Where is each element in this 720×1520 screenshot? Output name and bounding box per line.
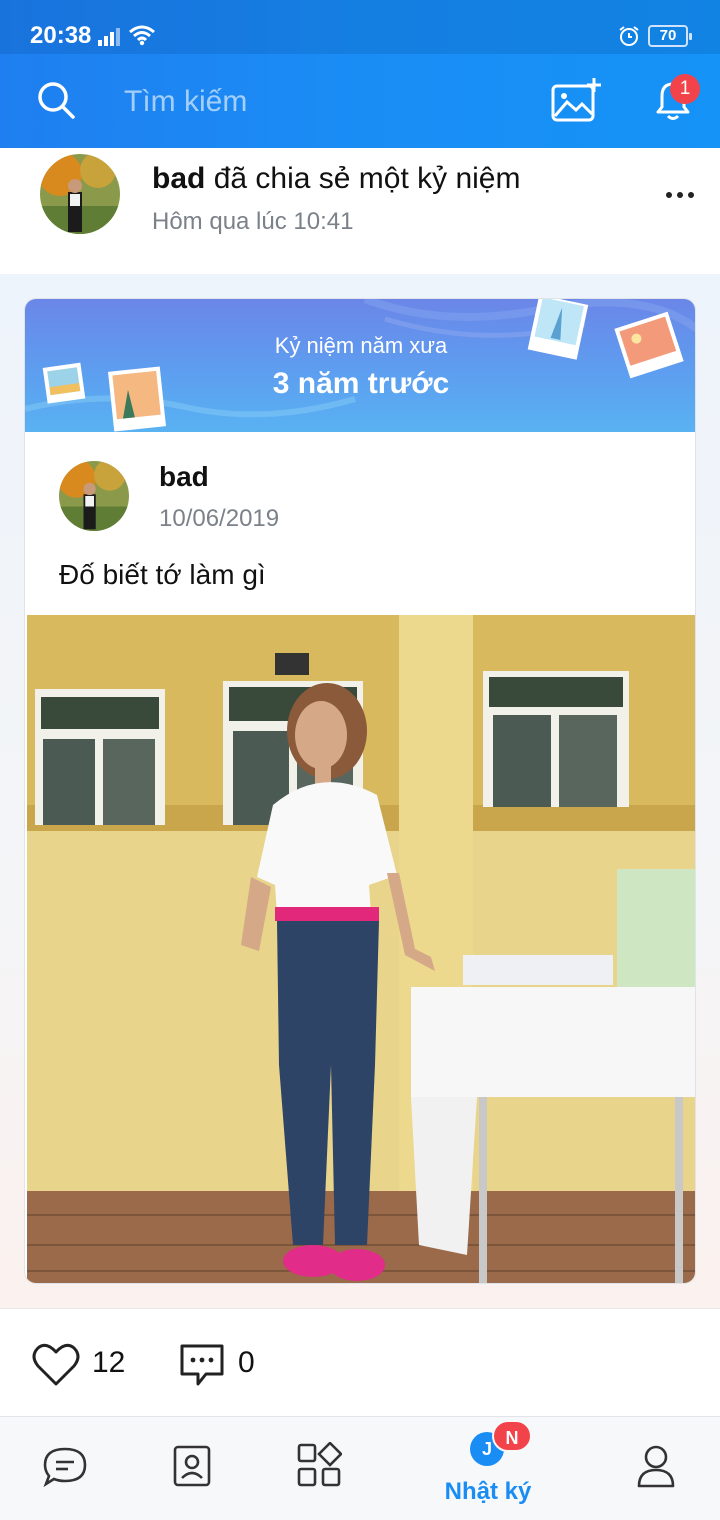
share-timestamp: Hôm qua lúc 10:41 bbox=[152, 208, 354, 235]
heart-icon[interactable] bbox=[32, 1342, 80, 1386]
like-count: 12 bbox=[92, 1346, 126, 1379]
comment-count: 0 bbox=[238, 1346, 255, 1379]
banner-decoration bbox=[25, 299, 695, 432]
post-text: Đố biết tớ làm gì bbox=[59, 559, 266, 590]
chat-icon bbox=[43, 1447, 87, 1488]
nav-profile[interactable] bbox=[606, 1420, 706, 1516]
nav-timeline[interactable]: J N Nhật ký bbox=[438, 1420, 538, 1516]
nav-timeline-label: Nhật ký bbox=[444, 1478, 532, 1505]
alarm-icon bbox=[619, 26, 639, 46]
search-icon[interactable] bbox=[36, 80, 76, 120]
photo-scene bbox=[27, 615, 695, 1283]
post-date: 10/06/2019 bbox=[159, 505, 280, 532]
post-author-avatar[interactable] bbox=[59, 461, 129, 531]
post-author[interactable]: bad bbox=[159, 461, 209, 493]
nav-messages[interactable] bbox=[14, 1420, 114, 1516]
more-dot-icon bbox=[677, 192, 683, 198]
notification-badge: 1 bbox=[670, 74, 700, 104]
avatar-photo bbox=[40, 154, 120, 234]
avatar-photo bbox=[59, 461, 129, 531]
nav-discover[interactable] bbox=[268, 1420, 368, 1516]
person-icon bbox=[637, 1445, 675, 1488]
search-input[interactable] bbox=[124, 80, 524, 124]
battery-indicator: 70 bbox=[648, 25, 692, 47]
author-avatar[interactable] bbox=[40, 154, 120, 234]
nav-contacts[interactable] bbox=[142, 1420, 242, 1516]
more-dot-icon bbox=[666, 192, 672, 198]
wifi-icon bbox=[129, 25, 155, 46]
post-photo[interactable] bbox=[27, 615, 695, 1283]
share-author[interactable]: bad bbox=[152, 162, 205, 195]
comment-icon[interactable] bbox=[178, 1342, 226, 1388]
more-options-button[interactable] bbox=[664, 180, 696, 208]
memory-banner: Kỷ niệm năm xưa 3 năm trước bbox=[25, 299, 695, 432]
contact-card-icon bbox=[173, 1445, 211, 1487]
more-dot-icon bbox=[688, 192, 694, 198]
share-title: bad đã chia sẻ một kỷ niệm bbox=[152, 162, 520, 196]
timeline-badge: N bbox=[492, 1420, 532, 1452]
status-time: 20:38 bbox=[30, 22, 92, 49]
grid-icon bbox=[297, 1442, 342, 1487]
memory-label: Kỷ niệm năm xưa bbox=[274, 333, 448, 358]
memory-card[interactable]: Kỷ niệm năm xưa 3 năm trước bad 10/06/20… bbox=[24, 298, 696, 1284]
memory-years-ago: 3 năm trước bbox=[272, 367, 450, 400]
add-photo-icon[interactable] bbox=[550, 76, 602, 124]
share-action: đã chia sẻ một kỷ niệm bbox=[213, 162, 521, 195]
signal-icon bbox=[98, 28, 120, 46]
